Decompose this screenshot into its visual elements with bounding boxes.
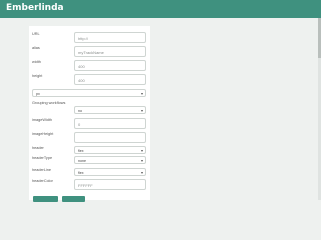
- header-select-value: flex: [78, 149, 84, 153]
- alias-input[interactable]: myTrackName: [74, 46, 146, 57]
- header-color-label: headerColor: [32, 179, 53, 183]
- grouping-select-value: no: [78, 109, 82, 113]
- form-panel: URL http:// alias myTrackName width 400 …: [29, 26, 150, 200]
- image-height-label: imageHeight: [32, 132, 54, 136]
- chevron-down-icon: ▾: [140, 148, 143, 153]
- chevron-down-icon: ▾: [140, 170, 143, 175]
- header-type-select[interactable]: none ▾: [74, 156, 146, 164]
- alias-label: alias: [32, 46, 40, 50]
- header-select[interactable]: flex ▾: [74, 146, 146, 154]
- url-label: URL: [32, 32, 40, 36]
- header-label: header: [32, 146, 44, 150]
- chevron-down-icon: ▾: [140, 108, 143, 113]
- image-height-input[interactable]: [74, 132, 146, 143]
- primary-button[interactable]: [33, 196, 58, 202]
- width-row: width 400: [29, 60, 150, 74]
- secondary-button[interactable]: [62, 196, 85, 202]
- height-label: height: [32, 74, 43, 78]
- url-input[interactable]: http://: [74, 32, 146, 43]
- image-width-input[interactable]: 0: [74, 118, 146, 129]
- height-input[interactable]: 400: [74, 74, 146, 85]
- image-width-row: imageWidth 0: [29, 118, 150, 132]
- height-row: height 400: [29, 74, 150, 88]
- chevron-down-icon: ▾: [140, 158, 143, 163]
- grouping-select[interactable]: no ▾: [74, 106, 146, 114]
- width-input[interactable]: 400: [74, 60, 146, 71]
- header-type-select-value: none: [78, 159, 86, 163]
- header-line-label: headerLine: [32, 168, 52, 172]
- grouping-label: Grouping workflows: [32, 101, 66, 105]
- alias-row: alias myTrackName: [29, 46, 150, 60]
- unit-select-value: px: [36, 92, 40, 96]
- url-row: URL http://: [29, 32, 150, 46]
- image-width-label: imageWidth: [32, 118, 53, 122]
- grouping-row: Grouping workflows no ▾: [29, 101, 150, 115]
- header-type-label: headerType: [32, 156, 53, 160]
- app-title: Emberlinda: [6, 3, 64, 13]
- chevron-down-icon: ▾: [140, 91, 143, 96]
- header-color-row: headerColor FFFFFF: [29, 179, 150, 193]
- header-line-select-value: flex: [78, 171, 84, 175]
- header-line-select[interactable]: flex ▾: [74, 168, 146, 176]
- app-header: Emberlinda: [0, 0, 321, 18]
- unit-select[interactable]: px ▾: [32, 89, 146, 97]
- image-height-row: imageHeight: [29, 132, 150, 146]
- width-label: width: [32, 60, 41, 64]
- header-color-input[interactable]: FFFFFF: [74, 179, 146, 190]
